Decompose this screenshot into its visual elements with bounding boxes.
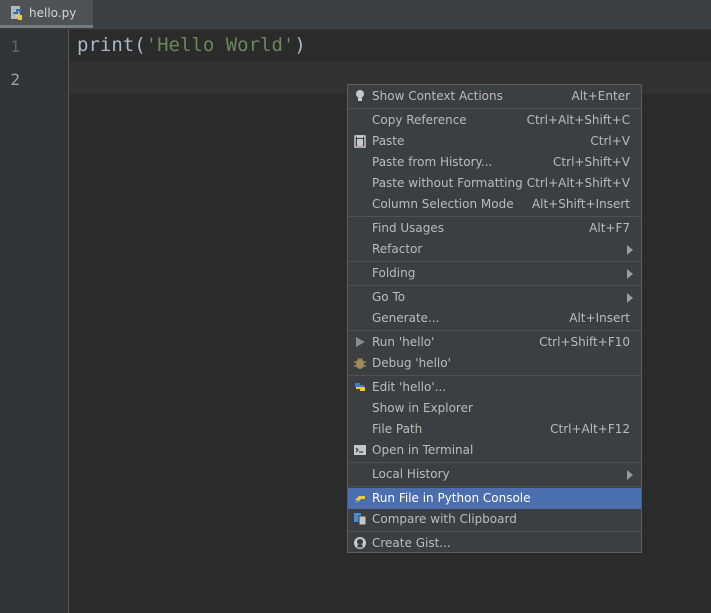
menu-item-copy-reference[interactable]: Copy Reference Ctrl+Alt+Shift+C (348, 110, 641, 131)
line-number: 1 (10, 37, 20, 56)
run-icon (353, 335, 367, 349)
editor-context-menu: Show Context Actions Alt+Enter Copy Refe… (347, 84, 642, 553)
menu-separator (348, 330, 641, 331)
clipboard-icon (353, 134, 367, 148)
menu-item-compare-with-clipboard[interactable]: Compare with Clipboard (348, 509, 641, 530)
menu-item-edit-hello[interactable]: Edit 'hello'... (348, 377, 641, 398)
menu-separator (348, 216, 641, 217)
code-function: print( (77, 34, 146, 56)
menu-item-paste-without-formatting[interactable]: Paste without Formatting Ctrl+Alt+Shift+… (348, 173, 641, 194)
menu-item-go-to[interactable]: Go To (348, 287, 641, 308)
code-paren: ) (294, 34, 306, 56)
python-file-icon (9, 5, 25, 21)
menu-separator (348, 108, 641, 109)
python-console-icon (353, 491, 367, 505)
menu-item-create-gist[interactable]: Create Gist... (348, 533, 641, 554)
compare-icon (353, 512, 367, 526)
menu-item-refactor[interactable]: Refactor (348, 239, 641, 260)
menu-separator (348, 462, 641, 463)
submenu-arrow-icon (627, 269, 633, 279)
menu-item-folding[interactable]: Folding (348, 263, 641, 284)
menu-separator (348, 285, 641, 286)
lightbulb-icon (353, 89, 367, 103)
menu-item-local-history[interactable]: Local History (348, 464, 641, 485)
menu-item-file-path[interactable]: File Path Ctrl+Alt+F12 (348, 419, 641, 440)
github-icon (353, 536, 367, 550)
code-line[interactable]: print('Hello World') (77, 34, 306, 56)
line-number: 2 (10, 70, 20, 89)
menu-item-run-file-in-python-console[interactable]: Run File in Python Console (348, 488, 641, 509)
line-number-gutter: 1 2 (0, 29, 69, 613)
submenu-arrow-icon (627, 470, 633, 480)
tab-hello-py[interactable]: hello.py (0, 0, 93, 28)
menu-item-column-selection-mode[interactable]: Column Selection Mode Alt+Shift+Insert (348, 194, 641, 215)
menu-separator (348, 261, 641, 262)
python-icon (353, 380, 367, 394)
menu-item-generate[interactable]: Generate... Alt+Insert (348, 308, 641, 329)
tab-label: hello.py (29, 5, 77, 20)
menu-item-open-in-terminal[interactable]: Open in Terminal (348, 440, 641, 461)
menu-item-show-in-explorer[interactable]: Show in Explorer (348, 398, 641, 419)
menu-separator (348, 486, 641, 487)
menu-item-find-usages[interactable]: Find Usages Alt+F7 (348, 218, 641, 239)
submenu-arrow-icon (627, 245, 633, 255)
code-string: 'Hello World' (145, 34, 295, 56)
menu-item-run-hello[interactable]: Run 'hello' Ctrl+Shift+F10 (348, 332, 641, 353)
submenu-arrow-icon (627, 293, 633, 303)
menu-item-paste-from-history[interactable]: Paste from History... Ctrl+Shift+V (348, 152, 641, 173)
debug-icon (353, 356, 367, 370)
menu-separator (348, 531, 641, 532)
menu-separator (348, 375, 641, 376)
menu-item-debug-hello[interactable]: Debug 'hello' (348, 353, 641, 374)
editor-tab-bar: hello.py (0, 0, 711, 30)
menu-item-show-context-actions[interactable]: Show Context Actions Alt+Enter (348, 86, 641, 107)
menu-item-paste[interactable]: Paste Ctrl+V (348, 131, 641, 152)
terminal-icon (353, 443, 367, 457)
